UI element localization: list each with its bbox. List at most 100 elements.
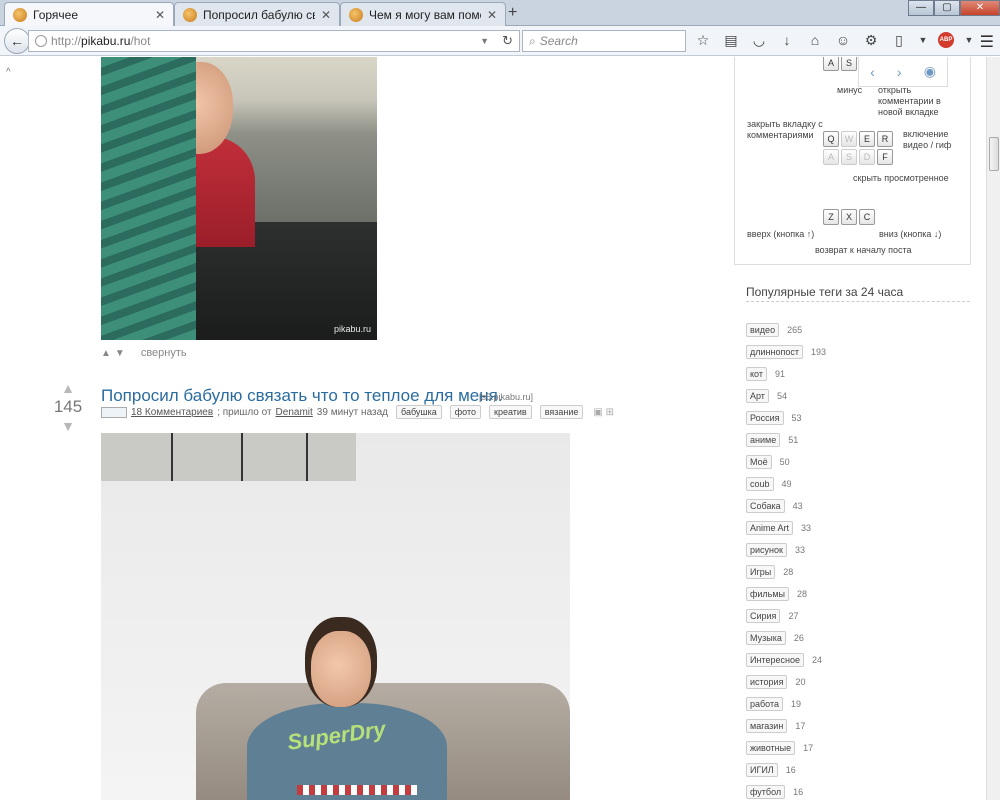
dropdown-icon[interactable]: ▼ [918,30,928,50]
next-post-icon[interactable]: › [897,64,902,80]
popular-tags-title: Популярные теги за 24 часа [746,285,904,299]
post-tag[interactable]: бабушка [396,405,442,419]
tag-link[interactable]: Собака [746,499,785,513]
page-content: ^ pikabu.ru ▲ ▼ свернуть ▲ 145 ▼ Попроси… [0,57,986,800]
menu-icon[interactable]: ☰ [980,32,994,52]
post-title[interactable]: Попросил бабулю связать что то теплое дл… [101,386,503,406]
maximize-button[interactable]: ▢ [934,0,960,16]
key-s: S [841,57,857,71]
url-dropdown-icon[interactable]: ▼ [480,36,489,46]
minimize-button[interactable]: — [908,0,934,16]
vote-up-icon[interactable]: ▲ [50,381,86,395]
scrollbar-thumb[interactable] [989,137,999,171]
phone-icon[interactable]: ▯ [890,30,908,50]
scrollbar[interactable] [986,57,1000,800]
shirt-logo: SuperDry [285,716,388,755]
new-tab-button[interactable]: + [508,4,517,22]
tag-link[interactable]: coub [746,477,774,491]
tab-help[interactable]: Чем я могу вам помочь? ✕ [340,2,506,26]
download-icon[interactable]: ↓ [778,30,796,50]
comments-link[interactable]: 18 Комментариев [131,407,213,418]
post-image[interactable]: SuperDry [101,433,570,800]
search-icon: ⌕ [529,33,536,48]
tag-count: 33 [794,545,805,555]
tag-link[interactable]: работа [746,697,783,711]
tag-link[interactable]: Интересное [746,653,804,667]
chat-icon[interactable]: ☺ [834,30,852,50]
vote-down-icon[interactable]: ▼ [115,348,125,359]
key-f: F [877,149,893,165]
post-source: [s5.pikabu.ru] [479,392,534,402]
tag-link[interactable]: видео [746,323,780,337]
tag-link[interactable]: кот [746,367,767,381]
hotkey-hide-viewed-label: скрыть просмотренное [853,173,949,183]
tag-link[interactable]: аниме [746,433,781,447]
tag-link[interactable]: животные [746,741,796,755]
close-tab-icon[interactable]: ✕ [155,8,165,22]
list-item: Арт 54 [746,385,976,407]
close-tab-icon[interactable]: ✕ [321,8,331,22]
collapse-link[interactable]: свернуть [141,347,187,359]
person-face [311,631,371,707]
window-close-button[interactable]: ✕ [960,0,1000,16]
tag-link[interactable]: футбол [746,785,786,799]
tag-link[interactable]: Моё [746,455,772,469]
key-a: A [823,57,839,71]
eye-hide-icon[interactable]: ◉ [924,63,936,80]
rating-value: 145 [53,397,83,416]
popular-tags-list: видео 265 длиннопост 193 кот 91 Арт 54 Россия 53 а… [746,319,976,800]
tag-link[interactable]: ИГИЛ [746,763,778,777]
reload-icon[interactable]: ↻ [502,33,513,49]
dropdown-icon[interactable]: ▼ [964,30,974,50]
tag-count: 24 [811,655,822,665]
list-item: длиннопост 193 [746,341,976,363]
back-button[interactable]: ← [4,28,30,54]
list-item: ИГИЛ 16 [746,759,976,781]
tag-link[interactable]: Игры [746,565,776,579]
adblock-icon[interactable]: ABP [938,32,954,48]
reading-list-icon[interactable]: ▤ [722,30,740,50]
url-text: http://pikabu.ru/hot [51,34,151,48]
extension-icon[interactable]: ⚙ [862,30,880,50]
key-w: W [841,131,857,147]
tab-strip: Горячее ✕ Попросил бабулю связат... ✕ Че… [0,0,1000,27]
tab-title: Горячее [33,8,79,22]
close-tab-icon[interactable]: ✕ [487,8,497,22]
save-icon[interactable]: ▣ ⊞ [593,407,614,418]
list-item: аниме 51 [746,429,976,451]
tag-link[interactable]: Арт [746,389,769,403]
bookmark-star-icon[interactable]: ☆ [694,30,712,50]
post-tag[interactable]: креатив [489,405,532,419]
tag-link[interactable]: длиннопост [746,345,803,359]
vote-down-icon[interactable]: ▼ [50,419,86,433]
tag-link[interactable]: рисунок [746,543,787,557]
tag-link[interactable]: история [746,675,788,689]
list-item: фильмы 28 [746,583,976,605]
tag-count: 54 [776,391,787,401]
post-tag[interactable]: фото [449,405,482,419]
tab-hot[interactable]: Горячее ✕ [4,2,174,27]
tag-count: 50 [779,457,790,467]
home-icon[interactable]: ⌂ [806,30,824,50]
post-image[interactable]: pikabu.ru [101,57,377,340]
post-tag[interactable]: вязание [539,405,584,419]
search-input[interactable]: ⌕ Search [522,30,686,52]
prev-post-icon[interactable]: ‹ [870,64,875,80]
tag-link[interactable]: магазин [746,719,788,733]
post-nav-panel: ‹ › ◉ [858,57,948,87]
list-item: история 20 [746,671,976,693]
tag-link[interactable]: Anime Art [746,521,794,535]
scroll-top-icon[interactable]: ^ [6,67,11,78]
tab-post[interactable]: Попросил бабулю связат... ✕ [174,2,340,26]
comments-toggle-button[interactable] [101,406,127,418]
tag-link[interactable]: фильмы [746,587,790,601]
tag-link[interactable]: Музыка [746,631,786,645]
pikabu-favicon-icon [349,7,363,22]
url-bar[interactable]: http://pikabu.ru/hot ▼ ↻ [28,30,520,52]
tag-link[interactable]: Россия [746,411,784,425]
tag-link[interactable]: Сирия [746,609,781,623]
author-link[interactable]: Denamit [276,407,313,418]
toolbar-icons: ☆ ▤ ◡ ↓ ⌂ ☺ ⚙ ▯ ▼ ABP ▼ [694,30,974,50]
pocket-icon[interactable]: ◡ [750,30,768,50]
vote-up-icon[interactable]: ▲ [101,348,111,359]
